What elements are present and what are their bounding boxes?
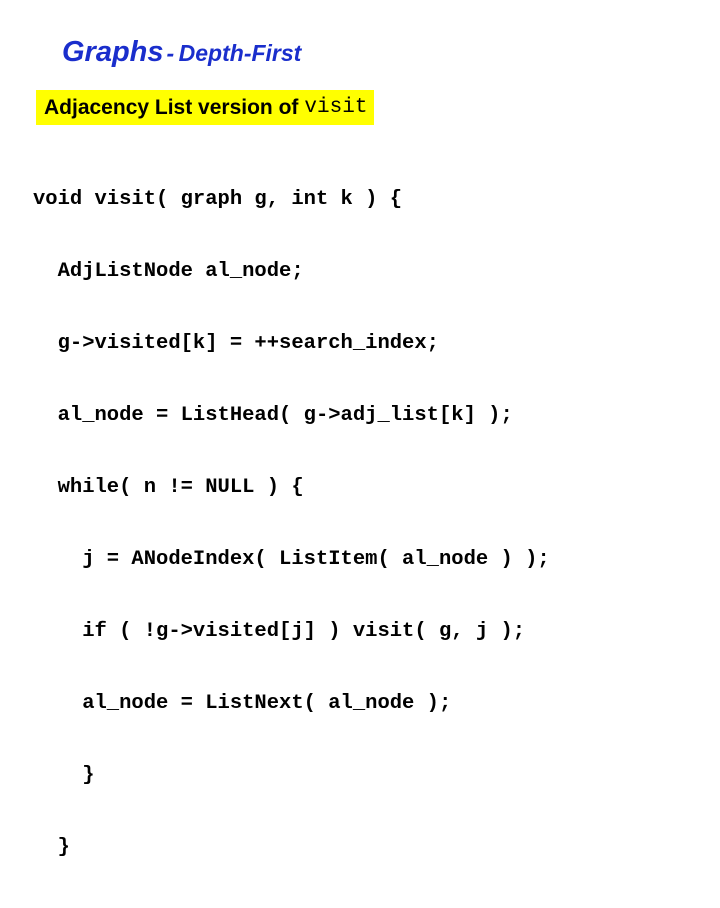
code-line: if ( !g->visited[j] ) visit( g, j ); [33,620,526,643]
code-line: void visit( graph g, int k ) { [33,188,403,211]
code-line: al_node = ListHead( g->adj_list[k] ); [33,404,513,427]
subheading-label: Adjacency List version of [44,95,299,119]
code-line: g->visited[k] = ++search_index; [33,332,439,355]
code-line: AdjListNode al_node; [33,260,304,283]
code-line: al_node = ListNext( al_node ); [33,692,452,715]
code-line: j = ANodeIndex( ListItem( al_node ) ); [33,548,550,571]
code-line: } [33,764,95,787]
code-listing: void visit( graph g, int k ) { AdjListNo… [33,140,550,908]
slide-title: Graphs - Depth-First [62,38,301,67]
subheading-highlight-bar: Adjacency List version of visit [36,90,375,125]
code-line: } [33,836,70,859]
slide-canvas: Graphs - Depth-First Adjacency List versi… [0,0,720,859]
title-main-text: Graphs [62,36,164,68]
subheading-function-name: visit [304,96,368,119]
title-subtitle-text: Depth-First [178,40,302,66]
title-separator: - [166,40,175,66]
code-line: while( n != NULL ) { [33,476,304,499]
